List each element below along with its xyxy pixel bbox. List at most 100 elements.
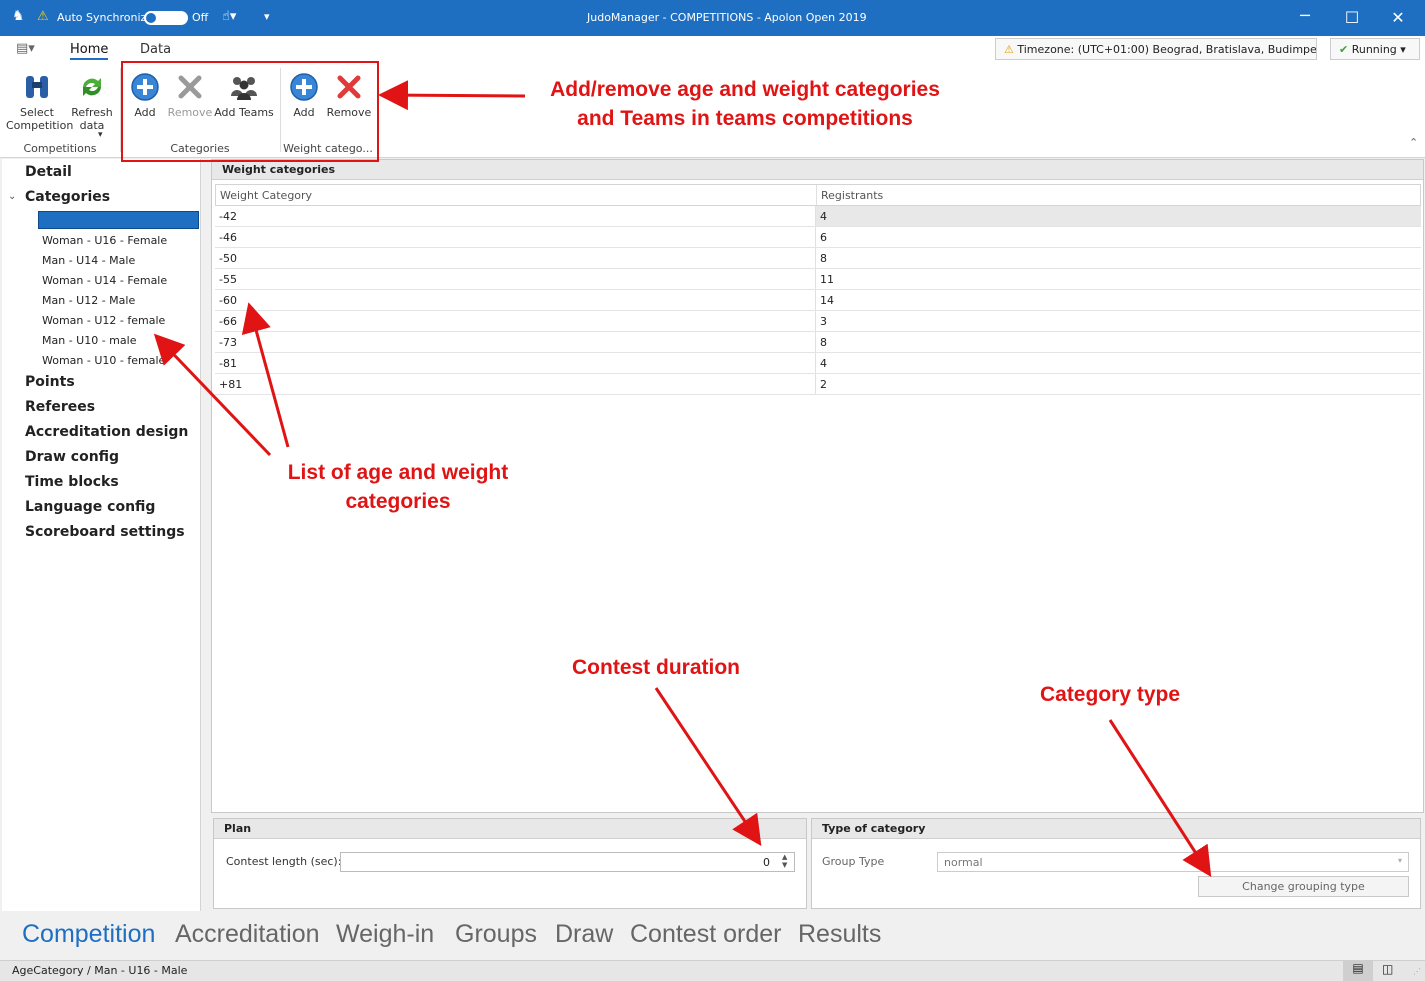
collapse-ribbon-icon[interactable]: ⌃ (1409, 136, 1418, 149)
type-of-category-panel: Type of category Group Type normal ▾ Cha… (811, 818, 1421, 909)
column-header-weight-category[interactable]: Weight Category (216, 185, 817, 205)
title-bar: ♞ ⚠ Auto Synchronize Off ☝▾ ▾ JudoManage… (0, 0, 1425, 36)
weight-category-cell: -42 (215, 206, 816, 226)
nav-detail[interactable]: Detail (25, 164, 72, 180)
plan-panel: Plan Contest length (sec): 0 ▲ ▼ (213, 818, 807, 909)
module-tab-groups[interactable]: Groups (455, 920, 537, 949)
table-row[interactable]: +81 2 (215, 374, 1421, 395)
status-indicator[interactable]: ✔ Running ▾ (1330, 38, 1420, 60)
binoculars-icon (26, 76, 48, 98)
contest-length-value: 0 (763, 856, 770, 869)
nav-time-blocks[interactable]: Time blocks (25, 474, 119, 490)
nav-accreditation-design[interactable]: Accreditation design (25, 424, 188, 440)
tab-data[interactable]: Data (140, 42, 171, 57)
spinner-icon[interactable]: ▲ ▼ (782, 853, 787, 869)
nav-category-item[interactable]: Man - U12 - Male (38, 291, 199, 309)
status-indicator-label: Running (1351, 43, 1397, 56)
weight-category-cell: -81 (215, 353, 816, 373)
annotation-add-remove: Add/remove age and weight categories and… (550, 78, 940, 130)
annotation-category-type: Category type (1039, 683, 1181, 706)
nav-points[interactable]: Points (25, 374, 75, 390)
nav-scoreboard-settings[interactable]: Scoreboard settings (25, 524, 185, 540)
annotation-duration: Contest duration (572, 656, 740, 679)
module-tab-accreditation[interactable]: Accreditation (175, 920, 320, 949)
module-tab-weigh-in[interactable]: Weigh-in (336, 920, 434, 949)
column-header-registrants[interactable]: Registrants (817, 185, 1420, 205)
nav-category-item[interactable]: Man - U14 - Male (38, 251, 199, 269)
maximize-icon[interactable]: ☐ (1342, 8, 1362, 27)
select-competition-button[interactable]: Select Competition (6, 72, 73, 132)
refresh-icon (83, 78, 101, 96)
timezone-indicator[interactable]: ⚠ Timezone: (UTC+01:00) Beograd, Bratisl… (995, 38, 1317, 60)
nav-category-item[interactable]: Woman - U12 - female (38, 311, 199, 329)
registrants-cell: 4 (816, 206, 1421, 226)
nav-category-item[interactable]: Woman - U16 - Female (38, 231, 199, 249)
module-tabs: Competition Accreditation Weigh-in Group… (0, 913, 1425, 960)
contest-length-label: Contest length (sec): (226, 855, 342, 868)
weight-category-cell: -73 (215, 332, 816, 352)
status-breadcrumb: AgeCategory / Man - U16 - Male (12, 964, 188, 977)
weight-categories-grid: Weight Category Registrants -42 4 -46 6 -5… (215, 184, 1421, 395)
type-of-category-title: Type of category (812, 819, 1420, 839)
refresh-data-button[interactable]: Refresh data ▾ (68, 72, 116, 140)
running-check-icon: ✔ (1339, 43, 1349, 56)
module-tab-competition[interactable]: Competition (22, 920, 155, 949)
table-row[interactable]: -46 6 (215, 227, 1421, 248)
module-tab-results[interactable]: Results (798, 920, 881, 949)
change-grouping-type-button[interactable]: Change grouping type (1198, 876, 1409, 897)
nav-referees[interactable]: Referees (25, 399, 95, 415)
annotation-box (121, 61, 379, 162)
registrants-cell: 14 (820, 294, 834, 307)
tab-home[interactable]: Home (70, 42, 109, 60)
registrants-cell: 4 (820, 357, 827, 370)
quick-access-dropdown-icon[interactable]: ▾ (264, 10, 270, 23)
module-tab-draw[interactable]: Draw (555, 920, 613, 949)
warning-icon: ⚠ (37, 9, 49, 24)
module-tab-contest-order[interactable]: Contest order (630, 920, 781, 949)
group-type-label: Group Type (822, 855, 885, 868)
auto-sync-state: Off (192, 11, 209, 24)
table-row[interactable]: -42 4 (215, 206, 1421, 227)
registrants-cell: 2 (820, 378, 827, 391)
table-row[interactable]: -60 14 (215, 290, 1421, 311)
group-type-select[interactable]: normal ▾ (937, 852, 1409, 872)
categories-collapse-icon[interactable]: ⌄ (8, 191, 16, 202)
auto-sync-label: Auto Synchronize (57, 11, 154, 24)
registrants-cell: 8 (820, 252, 827, 265)
contest-length-input[interactable]: 0 (340, 852, 795, 872)
nav-category-item[interactable]: Man - U10 - male (38, 331, 199, 349)
nav-categories[interactable]: Categories (25, 189, 110, 205)
nav-category-item[interactable]: Man - U16 - Male (38, 211, 199, 229)
reading-view-icon[interactable]: ◫ (1382, 962, 1393, 976)
window-title: JudoManager - COMPETITIONS - Apolon Open… (587, 11, 867, 24)
app-menu-icon[interactable]: ▤▾ (16, 41, 35, 56)
normal-view-icon[interactable]: ▤ (1343, 961, 1373, 981)
touch-mode-icon[interactable]: ☝▾ (222, 9, 236, 24)
table-row[interactable]: -73 8 (215, 332, 1421, 353)
chevron-down-icon: ▾ (1397, 856, 1402, 865)
nav-category-item[interactable]: Woman - U14 - Female (38, 271, 199, 289)
weight-category-cell: +81 (215, 374, 816, 394)
table-row[interactable]: -55 11 (215, 269, 1421, 290)
status-bar: AgeCategory / Man - U16 - Male ▤ ◫ ⋰ (0, 960, 1425, 981)
competitions-group-label: Competitions (23, 142, 97, 155)
minimize-icon[interactable]: ─ (1295, 6, 1315, 25)
grid-header: Weight Category Registrants (215, 184, 1421, 206)
table-row[interactable]: -66 3 (215, 311, 1421, 332)
nav-draw-config[interactable]: Draw config (25, 449, 119, 465)
table-row[interactable]: -50 8 (215, 248, 1421, 269)
registrants-cell: 6 (820, 231, 827, 244)
plan-title: Plan (214, 819, 806, 839)
timezone-label: Timezone: (UTC+01:00) Beograd, Bratislav… (1017, 43, 1317, 56)
resize-grip-icon: ⋰ (1413, 967, 1421, 976)
registrants-cell: 3 (820, 315, 827, 328)
app-logo-icon: ♞ (12, 8, 25, 24)
group-type-value: normal (944, 856, 983, 869)
auto-sync-toggle[interactable] (144, 11, 188, 25)
close-icon[interactable]: ✕ (1388, 8, 1408, 27)
refresh-dropdown-icon: ▾ (98, 130, 103, 140)
nav-language-config[interactable]: Language config (25, 499, 155, 515)
table-row[interactable]: -81 4 (215, 353, 1421, 374)
weight-category-cell: -50 (215, 248, 816, 268)
nav-category-item[interactable]: Woman - U10 - female (38, 351, 199, 369)
